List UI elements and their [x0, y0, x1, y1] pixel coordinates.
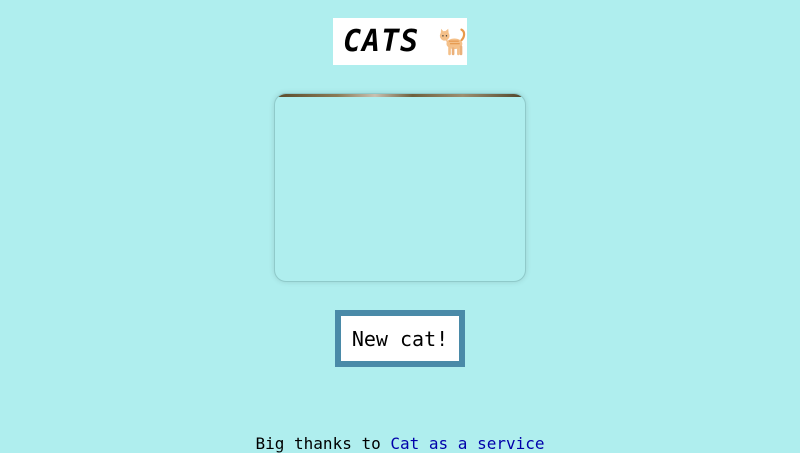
new-cat-button[interactable]: New cat! [335, 310, 465, 367]
footer: Big thanks to Cat as a service [0, 434, 800, 453]
page-title-box: CATS [333, 18, 467, 65]
page-title: CATS [343, 24, 420, 59]
cat-as-a-service-link[interactable]: Cat as a service [390, 434, 544, 453]
cat-image [274, 93, 526, 282]
cat-icon [440, 28, 466, 55]
footer-text: Big thanks to [255, 434, 381, 453]
cat-image-edge [275, 94, 525, 97]
